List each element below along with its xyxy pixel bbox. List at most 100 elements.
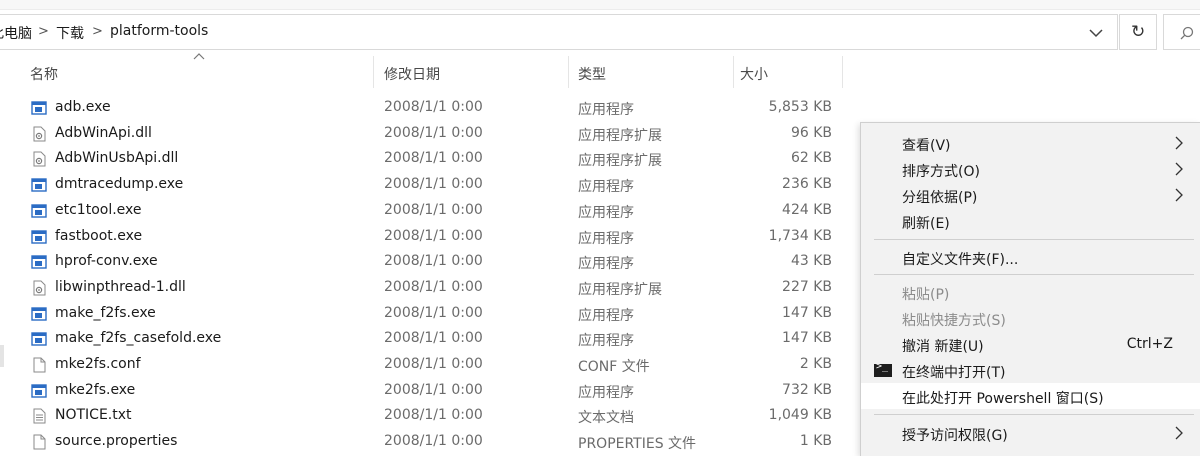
menu-item-open-powershell[interactable]: 在此处打开 Powershell 窗口(S) xyxy=(861,383,1200,409)
file-type: 应用程序扩展 xyxy=(578,128,662,144)
column-divider[interactable] xyxy=(842,56,843,88)
menu-item-group-by[interactable]: 分组依据(P) xyxy=(861,182,1200,208)
file-row[interactable]: fastboot.exe 2008/1/1 0:00 应用程序 1,734 KB xyxy=(0,224,850,250)
file-row[interactable]: source.properties 2008/1/1 0:00 PROPERTIES… xyxy=(0,429,850,455)
file-size: 424 KB xyxy=(782,202,832,218)
column-header-type[interactable]: 类型 xyxy=(569,56,733,88)
menu-separator xyxy=(874,414,1194,415)
breadcrumb-platform-tools[interactable]: platform-tools xyxy=(110,23,208,39)
exe-icon xyxy=(31,254,47,270)
file-row[interactable]: AdbWinUsbApi.dll 2008/1/1 0:00 应用程序扩展 62 KB xyxy=(0,146,850,172)
exe-icon xyxy=(31,177,47,193)
file-row[interactable]: make_f2fs_casefold.exe 2008/1/1 0:00 应用程序 1… xyxy=(0,326,850,352)
file-size: 732 KB xyxy=(782,382,832,398)
file-name: mke2fs.exe xyxy=(55,382,136,398)
exe-icon xyxy=(31,383,47,399)
file-size: 1 KB xyxy=(799,433,832,449)
file-name: etc1tool.exe xyxy=(55,202,142,218)
file-size: 5,853 KB xyxy=(768,99,832,115)
file-date: 2008/1/1 0:00 xyxy=(384,433,483,449)
file-row[interactable]: dmtracedump.exe 2008/1/1 0:00 应用程序 236 KB xyxy=(0,172,850,198)
menu-item-open-in-terminal[interactable]: >_ 在终端中打开(T) xyxy=(861,357,1200,383)
file-type: 应用程序 xyxy=(578,333,634,349)
file-row[interactable]: etc1tool.exe 2008/1/1 0:00 应用程序 424 KB xyxy=(0,198,850,224)
file-date: 2008/1/1 0:00 xyxy=(384,279,483,295)
file-name: fastboot.exe xyxy=(55,228,143,244)
file-size: 96 KB xyxy=(790,125,832,141)
file-name: source.properties xyxy=(55,433,178,449)
menu-item-refresh[interactable]: 刷新(E) xyxy=(861,208,1200,234)
menu-item-paste[interactable]: 粘贴(P) xyxy=(861,279,1200,305)
file-date: 2008/1/1 0:00 xyxy=(384,228,483,244)
file-size: 147 KB xyxy=(782,305,832,321)
terminal-icon: >_ xyxy=(874,361,892,377)
file-row[interactable]: adb.exe 2008/1/1 0:00 应用程序 5,853 KB xyxy=(0,95,850,121)
chevron-right-icon xyxy=(1175,188,1183,202)
menu-item-paste-shortcut[interactable]: 粘贴快捷方式(S) xyxy=(861,305,1200,331)
file-row[interactable]: hprof-conv.exe 2008/1/1 0:00 应用程序 43 KB xyxy=(0,249,850,275)
file-row[interactable]: mke2fs.exe 2008/1/1 0:00 应用程序 732 KB xyxy=(0,378,850,404)
menu-item-give-access[interactable]: 授予访问权限(G) xyxy=(861,420,1200,446)
file-type: 应用程序 xyxy=(578,231,634,247)
column-header-name[interactable]: 名称 xyxy=(22,56,372,88)
file-type: 应用程序 xyxy=(578,179,634,195)
file-name: make_f2fs.exe xyxy=(55,305,156,321)
file-date: 2008/1/1 0:00 xyxy=(384,330,483,346)
file-size: 1,734 KB xyxy=(768,228,832,244)
menu-separator xyxy=(874,239,1194,240)
file-name: adb.exe xyxy=(55,99,111,115)
file-size: 236 KB xyxy=(782,176,832,192)
file-size: 147 KB xyxy=(782,330,832,346)
column-header-date[interactable]: 修改日期 xyxy=(374,56,568,88)
file-type: 应用程序 xyxy=(578,308,634,324)
file-row[interactable]: libwinpthread-1.dll 2008/1/1 0:00 应用程序扩展 22… xyxy=(0,275,850,301)
file-name: AdbWinUsbApi.dll xyxy=(55,150,179,166)
file-size: 1,049 KB xyxy=(768,407,832,423)
file-type: 应用程序 xyxy=(578,102,634,118)
exe-icon xyxy=(31,331,47,347)
file-type: 应用程序扩展 xyxy=(578,153,662,169)
menu-item-customize-folder[interactable]: 自定义文件夹(F)... xyxy=(861,244,1200,270)
file-date: 2008/1/1 0:00 xyxy=(384,99,483,115)
breadcrumb-this-pc[interactable]: 此电脑 xyxy=(0,23,32,43)
file-date: 2008/1/1 0:00 xyxy=(384,176,483,192)
chevron-right-icon xyxy=(1175,162,1183,176)
file-date: 2008/1/1 0:00 xyxy=(384,407,483,423)
chevron-down-icon[interactable] xyxy=(1086,25,1106,41)
file-date: 2008/1/1 0:00 xyxy=(384,125,483,141)
search-input[interactable] xyxy=(1163,14,1200,50)
file-row[interactable]: mke2fs.conf 2008/1/1 0:00 CONF 文件 2 KB xyxy=(0,352,850,378)
file-type: 应用程序 xyxy=(578,205,634,221)
file-date: 2008/1/1 0:00 xyxy=(384,305,483,321)
search-icon xyxy=(1180,26,1194,40)
window-top-strip xyxy=(0,0,1200,10)
menu-item-sort-by[interactable]: 排序方式(O) xyxy=(861,156,1200,182)
file-icon xyxy=(31,357,47,373)
file-row[interactable]: make_f2fs.exe 2008/1/1 0:00 应用程序 147 KB xyxy=(0,301,850,327)
file-type: 应用程序 xyxy=(578,385,634,401)
file-size: 43 KB xyxy=(790,253,832,269)
file-name: make_f2fs_casefold.exe xyxy=(55,330,222,346)
file-size: 2 KB xyxy=(799,356,832,372)
refresh-button[interactable]: ↻ xyxy=(1119,14,1157,50)
file-name: dmtracedump.exe xyxy=(55,176,184,192)
scroll-marker xyxy=(0,345,4,367)
file-name: AdbWinApi.dll xyxy=(55,125,152,141)
file-size: 227 KB xyxy=(782,279,832,295)
menu-item-view[interactable]: 查看(V) xyxy=(861,130,1200,156)
file-row[interactable]: AdbWinApi.dll 2008/1/1 0:00 应用程序扩展 96 KB xyxy=(0,121,850,147)
file-type: 应用程序 xyxy=(578,256,634,272)
column-header-size[interactable]: 大小 xyxy=(734,56,842,88)
address-bar[interactable]: 此电脑 > 下载 > platform-tools xyxy=(0,14,1118,50)
file-date: 2008/1/1 0:00 xyxy=(384,382,483,398)
file-type: 应用程序扩展 xyxy=(578,282,662,298)
menu-item-undo-new[interactable]: 撤消 新建(U) Ctrl+Z xyxy=(861,331,1200,357)
exe-icon xyxy=(31,203,47,219)
file-date: 2008/1/1 0:00 xyxy=(384,253,483,269)
file-size: 62 KB xyxy=(790,150,832,166)
file-row[interactable]: NOTICE.txt 2008/1/1 0:00 文本文档 1,049 KB xyxy=(0,403,850,429)
chevron-right-icon xyxy=(1175,136,1183,150)
exe-icon xyxy=(31,306,47,322)
breadcrumb-downloads[interactable]: 下载 xyxy=(56,23,84,43)
file-name: libwinpthread-1.dll xyxy=(55,279,186,295)
